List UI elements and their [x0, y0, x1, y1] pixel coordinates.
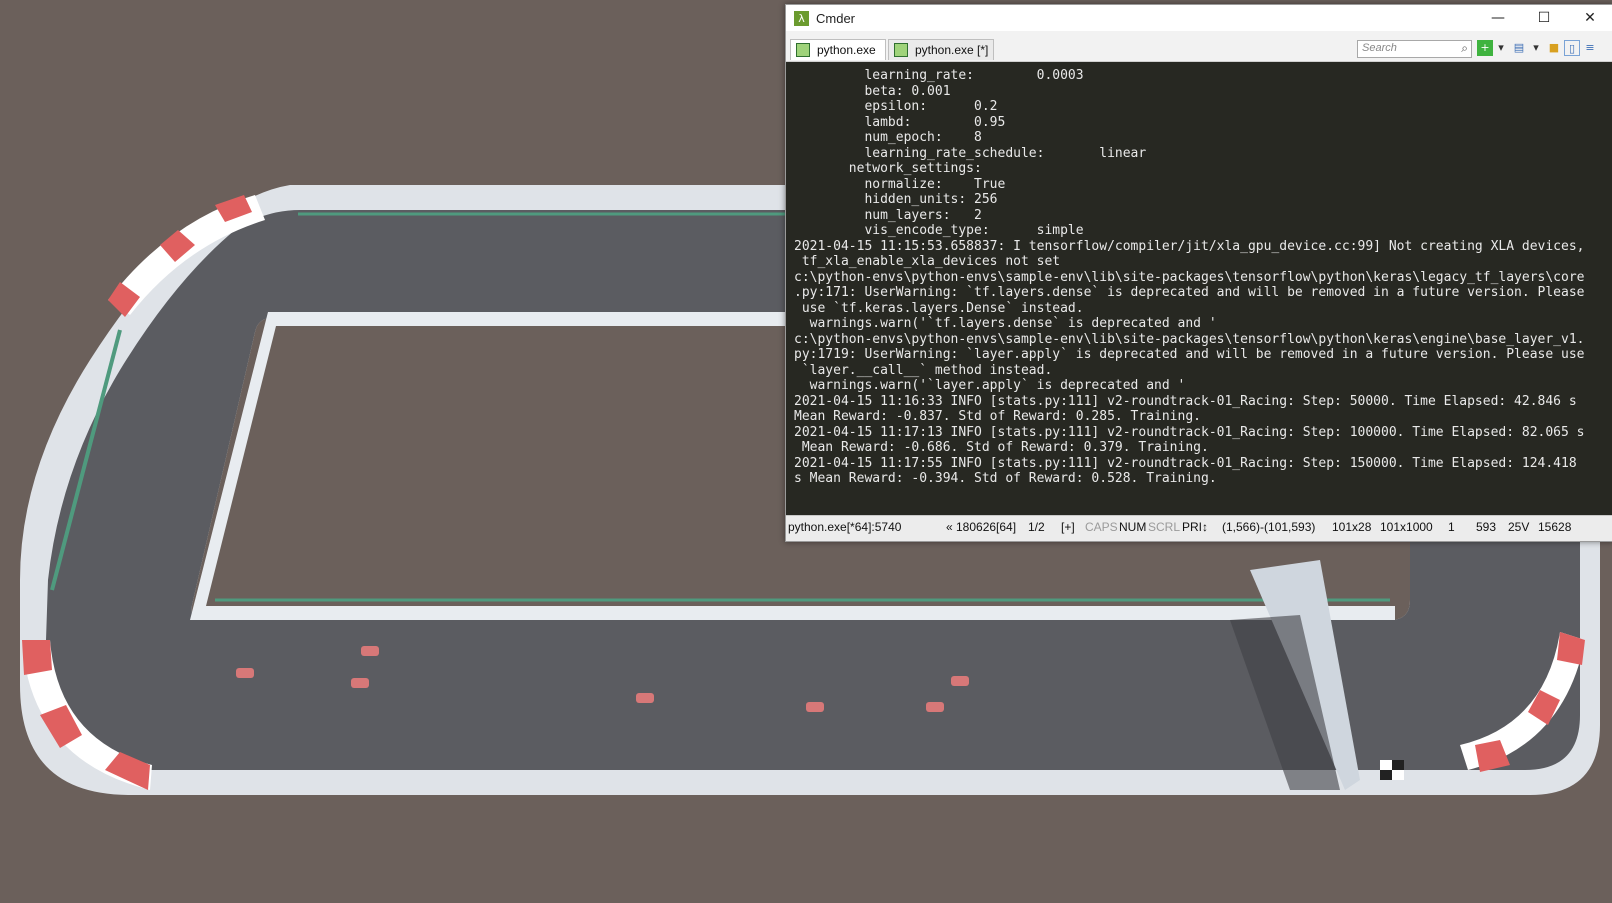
console-line: learning_rate: 0.0003 — [794, 68, 1084, 83]
maximize-button[interactable]: ☐ — [1521, 5, 1567, 31]
status-selection: (1,566)-(101,593) — [1222, 520, 1316, 534]
status-num: NUM — [1119, 520, 1147, 534]
tab-bar: python.exe python.exe [*] Search ⌕ + ▾ ▤… — [786, 31, 1612, 62]
close-button[interactable]: ✕ — [1567, 5, 1612, 31]
magnifier-icon[interactable]: ⌕ — [1461, 41, 1468, 56]
console-icon — [796, 43, 810, 57]
search-placeholder: Search — [1362, 42, 1397, 54]
console-line: 2021-04-15 11:16:33 INFO [stats.py:111] … — [794, 393, 1577, 409]
tab-python-exe-1[interactable]: python.exe — [790, 39, 886, 60]
status-size: 101x28 — [1332, 520, 1372, 534]
tab-label: python.exe [*] — [915, 43, 989, 57]
console-line: learning_rate_schedule: linear — [794, 145, 1147, 161]
search-box[interactable]: Search ⌕ — [1357, 40, 1472, 58]
status-scrl: SCRL — [1148, 520, 1181, 534]
lock-icon[interactable]: ■ — [1546, 40, 1562, 56]
race-car — [806, 702, 824, 712]
status-page: 1/2 — [1028, 520, 1045, 534]
console-line: s Mean Reward: -0.394. Std of Reward: 0.… — [794, 471, 1217, 486]
status-caps: CAPS — [1085, 520, 1118, 534]
console-line: py:1719: UserWarning: `layer.apply` is d… — [794, 347, 1585, 362]
console-icon — [894, 43, 908, 57]
status-build: « 180626[64] — [946, 520, 1017, 534]
console-line: c:\python-envs\python-envs\sample-env\li… — [794, 269, 1585, 285]
title-bar[interactable]: λ Cmder — ☐ ✕ — [786, 5, 1612, 31]
console-line: num_epoch: 8 — [794, 130, 982, 145]
console-line: epsilon: 0.2 — [794, 99, 998, 114]
status-plus: [+] — [1061, 520, 1075, 534]
console-line: network_settings: — [794, 161, 982, 176]
console-line: beta: 0.001 — [794, 83, 951, 99]
console-line: .py:171: UserWarning: `tf.layers.dense` … — [794, 285, 1585, 300]
chevron-down-icon[interactable]: ▾ — [1493, 40, 1509, 56]
lambda-icon: λ — [794, 11, 809, 26]
console-line: warnings.warn('`layer.apply` is deprecat… — [794, 378, 1186, 393]
window-title: Cmder — [816, 11, 856, 26]
race-car — [236, 668, 254, 678]
tab-python-exe-2[interactable]: python.exe [*] — [888, 39, 994, 60]
console-line: Mean Reward: -0.837. Std of Reward: 0.28… — [794, 409, 1201, 424]
status-process: python.exe[*64]:5740 — [788, 520, 902, 534]
minimize-button[interactable]: — — [1475, 5, 1521, 31]
status-pos: 593 — [1476, 520, 1497, 534]
console-output[interactable]: learning_rate: 0.0003 beta: 0.001 epsilo… — [786, 62, 1612, 515]
console-line: 2021-04-15 11:17:13 INFO [stats.py:111] … — [794, 424, 1585, 440]
chevron-down-icon[interactable]: ▾ — [1528, 40, 1544, 56]
status-buffer: 101x1000 — [1380, 520, 1433, 534]
cmder-window[interactable]: λ Cmder — ☐ ✕ python.exe python.exe [*] … — [785, 4, 1612, 542]
console-line: tf_xla_enable_xla_devices not set — [794, 254, 1061, 269]
status-volts: 25V — [1508, 520, 1530, 534]
console-line: hidden_units: 256 — [794, 192, 998, 207]
race-car — [361, 646, 379, 656]
tab-label: python.exe — [817, 43, 876, 57]
race-car — [636, 693, 654, 703]
menu-icon[interactable]: ≡ — [1582, 40, 1598, 56]
console-line: `layer.__call__` method instead. — [794, 362, 1053, 378]
console-line: vis_encode_type: simple — [794, 223, 1084, 238]
panel-icon[interactable]: ▯ — [1564, 40, 1580, 56]
console-line: num_layers: 2 — [794, 207, 982, 223]
race-car — [951, 676, 969, 686]
console-line: normalize: True — [794, 176, 1006, 192]
status-pid: 15628 — [1538, 520, 1572, 534]
console-line: 2021-04-15 11:17:55 INFO [stats.py:111] … — [794, 455, 1577, 471]
status-one: 1 — [1448, 520, 1455, 534]
console-line: warnings.warn('`tf.layers.dense` is depr… — [794, 316, 1217, 331]
status-pri: PRI↕ — [1182, 520, 1209, 534]
panel-icon[interactable]: ▤ — [1511, 40, 1527, 56]
console-line: lambd: 0.95 — [794, 114, 1006, 130]
console-line: c:\python-envs\python-envs\sample-env\li… — [794, 331, 1585, 347]
console-line: use `tf.keras.layers.Dense` instead. — [794, 300, 1084, 316]
race-car — [351, 678, 369, 688]
console-line: Mean Reward: -0.686. Std of Reward: 0.37… — [794, 440, 1209, 455]
race-car — [926, 702, 944, 712]
status-bar: python.exe[*64]:5740 « 180626[64] 1/2 [+… — [786, 515, 1612, 541]
console-line: 2021-04-15 11:15:53.658837: I tensorflow… — [794, 238, 1585, 254]
plus-icon[interactable]: + — [1477, 40, 1493, 56]
